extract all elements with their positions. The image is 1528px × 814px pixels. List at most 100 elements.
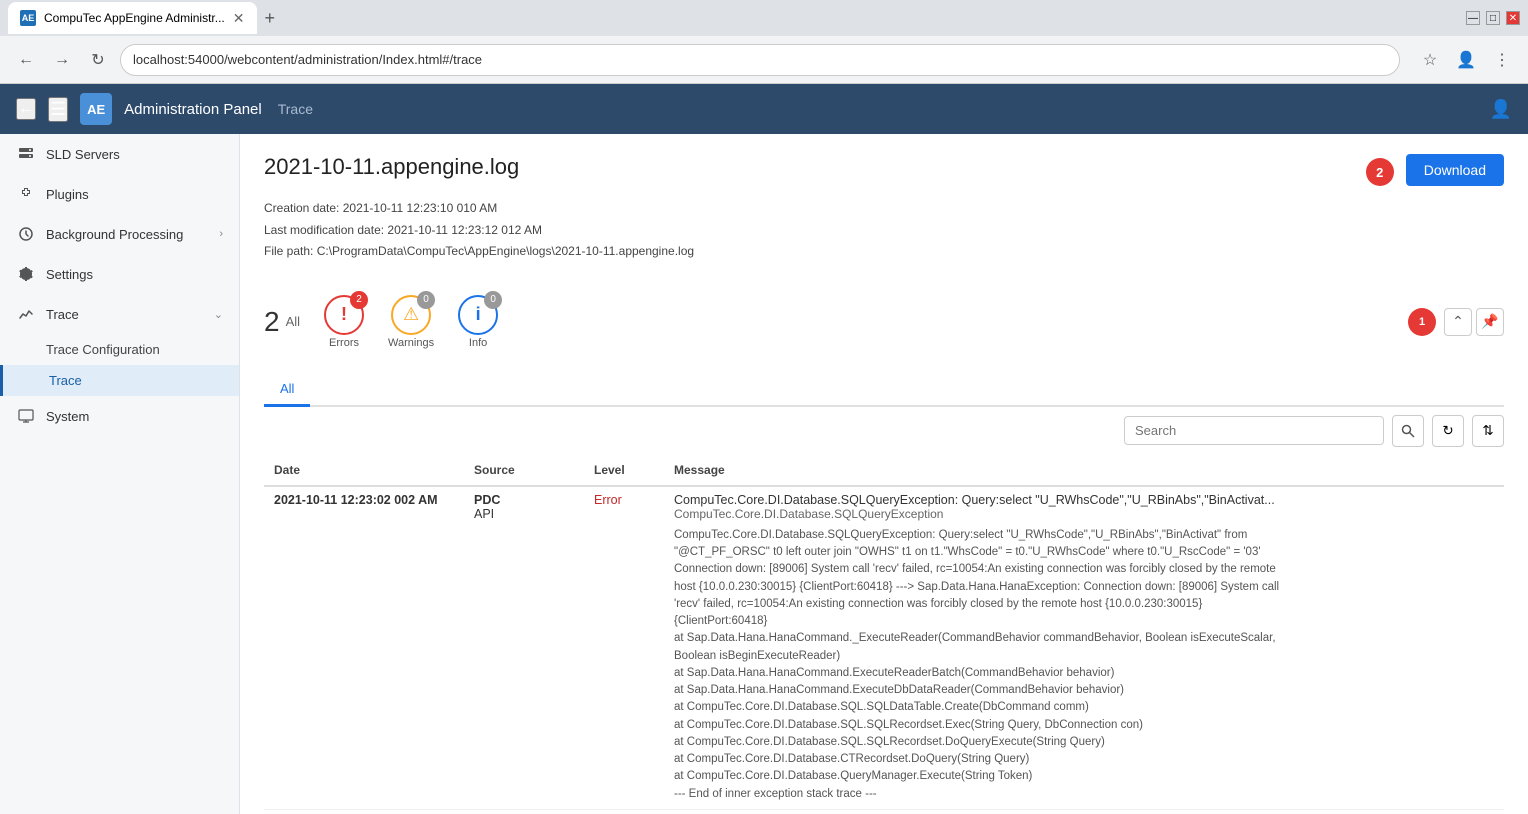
filter-tabs: All [264, 373, 1504, 407]
stats-row: 2 All ! 2 Errors [264, 295, 498, 349]
tab-close-button[interactable]: ✕ [233, 10, 245, 27]
bg-processing-chevron: › [219, 228, 223, 240]
bookmark-button[interactable]: ☆ [1416, 46, 1444, 74]
badge-2: 2 [1366, 158, 1394, 186]
browser-titlebar: AE CompuTec AppEngine Administr... ✕ + —… [0, 0, 1528, 36]
errors-label: Errors [329, 337, 359, 349]
stat-errors[interactable]: ! 2 Errors [324, 295, 364, 349]
refresh-button[interactable]: ↻ [1432, 415, 1464, 447]
cell-message: CompuTec.Core.DI.Database.SQLQueryExcept… [664, 486, 1504, 810]
sidebar-item-trace[interactable]: Trace ⌄ [0, 294, 239, 334]
col-header-level: Level [584, 455, 664, 486]
source-primary: PDC [474, 493, 574, 507]
sidebar-label-settings: Settings [46, 267, 223, 282]
message-short: CompuTec.Core.DI.Database.SQLQueryExcept… [674, 493, 1494, 507]
warning-badge: 0 [417, 291, 435, 309]
sidebar-item-trace-log[interactable]: Trace [0, 365, 239, 396]
sidebar-label-sld-servers: SLD Servers [46, 147, 223, 162]
server-icon [16, 144, 36, 164]
badge-1: 1 [1408, 308, 1436, 336]
search-bar: ↻ ⇅ [264, 415, 1504, 447]
app-container: ← ☰ AE Administration Panel Trace 👤 SLD … [0, 84, 1528, 814]
stat-info[interactable]: i 0 Info [458, 295, 498, 349]
header-user-icon[interactable]: 👤 [1490, 99, 1512, 120]
tab-favicon: AE [20, 10, 36, 26]
maximize-button[interactable]: □ [1486, 11, 1500, 25]
settings-icon [16, 264, 36, 284]
reload-button[interactable]: ↻ [84, 46, 112, 74]
cell-level: Error [584, 486, 664, 810]
warning-icon-circle: ⚠ 0 [391, 295, 431, 335]
file-path: File path: C:\ProgramData\CompuTec\AppEn… [264, 241, 1504, 263]
sidebar: SLD Servers Plugins Background Processin… [0, 134, 240, 814]
plugin-icon [16, 184, 36, 204]
trace-log-label: Trace [49, 373, 82, 388]
app-body: SLD Servers Plugins Background Processin… [0, 134, 1528, 814]
sidebar-label-plugins: Plugins [46, 187, 223, 202]
stat-warnings[interactable]: ⚠ 0 Warnings [388, 295, 434, 349]
error-badge: 2 [350, 291, 368, 309]
browser-tab[interactable]: AE CompuTec AppEngine Administr... ✕ [8, 2, 257, 34]
filter-tab-all[interactable]: All [264, 373, 310, 407]
pin-button[interactable]: 📌 [1476, 308, 1504, 336]
forward-button[interactable]: → [48, 46, 76, 74]
back-button[interactable]: ← [12, 46, 40, 74]
search-button[interactable] [1392, 415, 1424, 447]
main-content: 2021-10-11.appengine.log 2 Download Crea… [240, 134, 1528, 814]
close-button[interactable]: ✕ [1506, 11, 1520, 25]
sidebar-item-system[interactable]: System [0, 396, 239, 436]
stat-all-count: 2 [264, 306, 280, 338]
sidebar-item-trace-configuration[interactable]: Trace Configuration [0, 334, 239, 365]
minimize-button[interactable]: — [1466, 11, 1480, 25]
download-button[interactable]: Download [1406, 154, 1504, 186]
sort-button[interactable]: ⇅ [1472, 415, 1504, 447]
sidebar-label-system: System [46, 409, 223, 424]
address-bar[interactable]: localhost:54000/webcontent/administratio… [120, 44, 1400, 76]
header-breadcrumb: Trace [278, 101, 313, 117]
trace-chevron: ⌄ [214, 308, 223, 321]
scroll-controls: ⌃ 📌 [1444, 308, 1504, 336]
source-secondary: API [474, 507, 574, 521]
sidebar-item-sld-servers[interactable]: SLD Servers [0, 134, 239, 174]
tab-title: CompuTec AppEngine Administr... [44, 11, 225, 25]
app-header: ← ☰ AE Administration Panel Trace 👤 [0, 84, 1528, 134]
cell-source: PDC API [464, 486, 584, 810]
message-detail: CompuTec.Core.DI.Database.SQLQueryExcept… [674, 527, 1494, 803]
search-input[interactable] [1124, 416, 1384, 445]
sidebar-label-trace: Trace [46, 307, 204, 322]
sidebar-item-settings[interactable]: Settings [0, 254, 239, 294]
url-text: localhost:54000/webcontent/administratio… [133, 52, 482, 67]
browser-controls: ← → ↻ localhost:54000/webcontent/adminis… [0, 36, 1528, 84]
log-meta: Creation date: 2021-10-11 12:23:10 010 A… [264, 198, 1504, 263]
profile-button[interactable]: 👤 [1452, 46, 1480, 74]
col-header-date: Date [264, 455, 464, 486]
info-label: Info [469, 337, 487, 349]
log-filename: 2021-10-11.appengine.log [264, 154, 519, 180]
header-menu-button[interactable]: ☰ [48, 97, 68, 122]
new-tab-button[interactable]: + [265, 8, 276, 29]
creation-date: Creation date: 2021-10-11 12:23:10 010 A… [264, 198, 1504, 220]
level-error-label: Error [594, 493, 622, 507]
table-row[interactable]: 2021-10-11 12:23:02 002 AM PDC API Error… [264, 486, 1504, 810]
trace-icon [16, 304, 36, 324]
system-icon [16, 406, 36, 426]
log-table: Date Source Level Message 2021-10-11 12:… [264, 455, 1504, 810]
header-back-button[interactable]: ← [16, 98, 36, 120]
sidebar-item-background-processing[interactable]: Background Processing › [0, 214, 239, 254]
sidebar-item-plugins[interactable]: Plugins [0, 174, 239, 214]
warnings-label: Warnings [388, 337, 434, 349]
background-icon [16, 224, 36, 244]
more-button[interactable]: ⋮ [1488, 46, 1516, 74]
app-logo: AE [80, 93, 112, 125]
col-header-source: Source [464, 455, 584, 486]
scroll-up-button[interactable]: ⌃ [1444, 308, 1472, 336]
col-header-message: Message [664, 455, 1504, 486]
error-icon-circle: ! 2 [324, 295, 364, 335]
sidebar-label-bg-processing: Background Processing [46, 227, 209, 242]
message-sub: CompuTec.Core.DI.Database.SQLQueryExcept… [674, 507, 1494, 521]
last-modification: Last modification date: 2021-10-11 12:23… [264, 220, 1504, 242]
stat-all-container[interactable]: 2 All [264, 306, 300, 338]
info-icon-circle: i 0 [458, 295, 498, 335]
stat-all-label: All [286, 314, 300, 329]
header-title: Administration Panel [124, 101, 262, 118]
